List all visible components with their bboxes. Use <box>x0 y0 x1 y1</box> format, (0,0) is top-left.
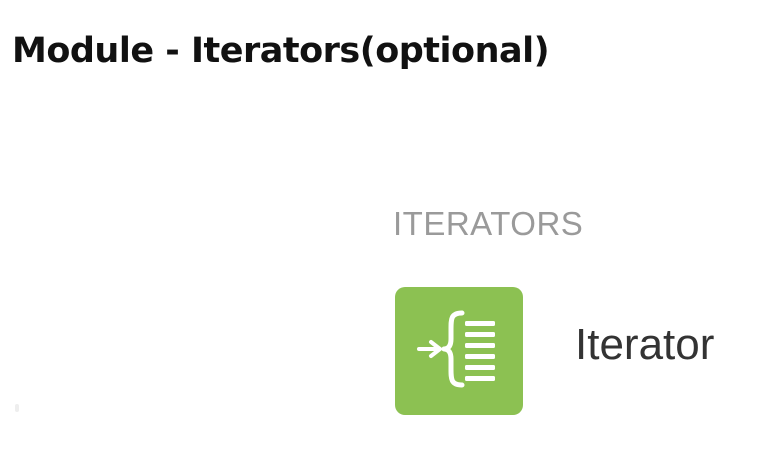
page: Module - Iterators(optional) ITERATORS I… <box>0 0 779 462</box>
iterator-icon <box>395 287 523 415</box>
module-label-iterator: Iterator <box>575 320 715 369</box>
edge-artifact <box>15 404 19 412</box>
section-header-iterators: ITERATORS <box>393 205 584 242</box>
module-item-iterator[interactable]: Iterator <box>395 287 775 415</box>
page-title: Module - Iterators(optional) <box>12 31 550 71</box>
